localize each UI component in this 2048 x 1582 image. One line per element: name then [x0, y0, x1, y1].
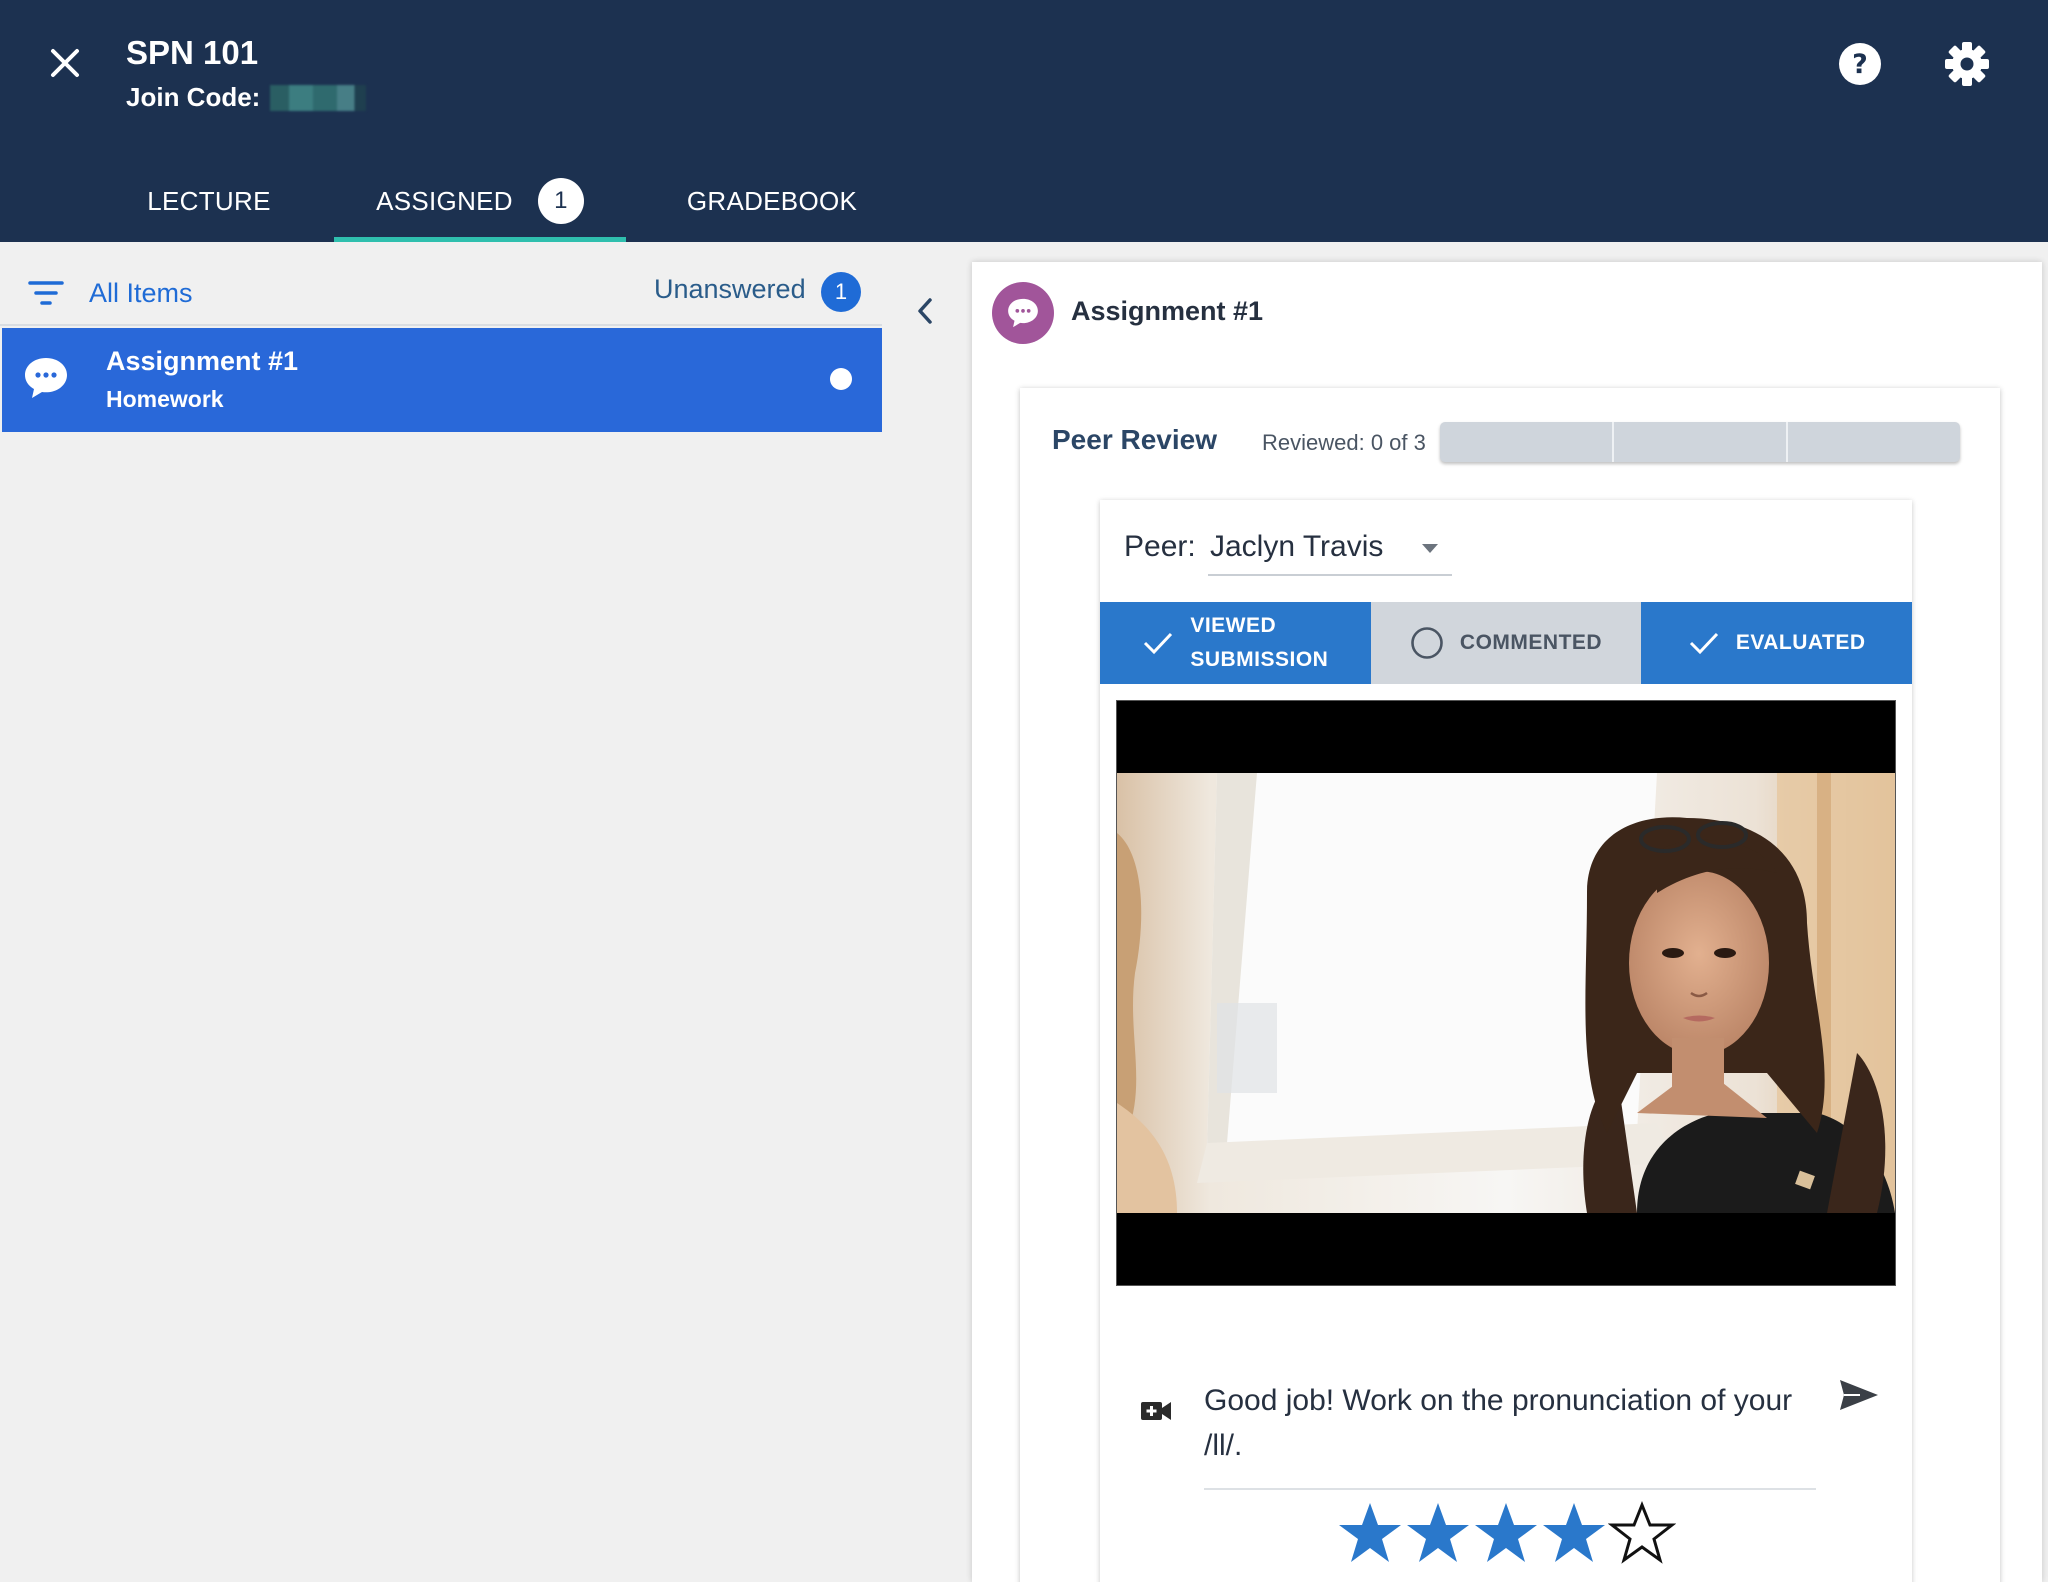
unread-dot: [830, 368, 852, 390]
comment-text[interactable]: Good job! Work on the pronunciation of y…: [1204, 1378, 1824, 1468]
tab-label: GRADEBOOK: [686, 185, 858, 216]
join-code-label: Join Code:: [126, 82, 261, 112]
step-label: COMMENTED: [1459, 631, 1603, 654]
peer-review-title: Peer Review: [1052, 424, 1217, 455]
star-rating[interactable]: [1336, 1500, 1676, 1566]
peer-select[interactable]: Jaclyn Travis: [1208, 522, 1452, 576]
peer-label: Peer:: [1124, 530, 1196, 563]
tab-assigned[interactable]: ASSIGNED 1: [334, 160, 626, 242]
star-filled-icon[interactable]: [1336, 1500, 1404, 1566]
tab-label: ASSIGNED: [376, 185, 513, 216]
course-title: SPN 101: [126, 34, 259, 71]
video-player[interactable]: [1116, 700, 1896, 1286]
progress-segment: [1614, 422, 1788, 462]
chat-bubble-icon: [1008, 298, 1038, 328]
close-icon[interactable]: [44, 42, 86, 84]
add-video-icon[interactable]: [1140, 1398, 1172, 1424]
tab-gradebook[interactable]: GRADEBOOK: [680, 160, 864, 242]
progress-segment: [1440, 422, 1614, 462]
gear-icon[interactable]: [1943, 40, 1991, 88]
star-filled-icon[interactable]: [1404, 1500, 1472, 1566]
filter-all-items[interactable]: All Items: [89, 278, 193, 309]
tab-bar: LECTURE ASSIGNED 1 GRADEBOOK: [0, 160, 2048, 242]
unanswered-label: Unanswered: [654, 274, 806, 304]
list-item[interactable]: Assignment #1 Homework: [2, 328, 882, 432]
video-frame: [1117, 773, 1895, 1213]
star-outline-icon[interactable]: [1608, 1500, 1676, 1566]
step-label: EVALUATED: [1735, 631, 1866, 654]
reviewed-progress-text: Reviewed: 0 of 3: [1262, 430, 1426, 455]
caret-down-icon: [1422, 544, 1438, 553]
join-code-value-redacted: [270, 84, 367, 111]
step-viewed-submission[interactable]: VIEWED SUBMISSION: [1100, 602, 1371, 684]
list-item-title: Assignment #1: [106, 346, 299, 376]
assignment-title: Assignment #1: [1071, 296, 1264, 326]
chat-bubble-icon: [25, 358, 67, 398]
tab-label: LECTURE: [147, 185, 271, 216]
top-app-bar: SPN 101 Join Code: ? LECTURE ASSIGNED 1: [0, 0, 2048, 242]
review-steps: VIEWED SUBMISSION COMMENTED EVALUATED: [1100, 602, 1913, 684]
unanswered-count-badge: 1: [821, 272, 861, 312]
check-icon: [1689, 632, 1718, 655]
join-code: Join Code:: [126, 82, 367, 113]
star-filled-icon[interactable]: [1472, 1500, 1540, 1566]
reviewed-progress-bar: [1440, 422, 1960, 462]
peer-selected-name: Jaclyn Travis: [1210, 530, 1384, 563]
send-icon[interactable]: [1838, 1378, 1880, 1412]
step-label: VIEWED: [1190, 614, 1277, 637]
peer-submission-card: Peer: Jaclyn Travis VIEWED SUBMISSION CO…: [1100, 500, 1913, 1582]
help-icon[interactable]: ?: [1838, 42, 1882, 86]
comment-divider: [1204, 1488, 1816, 1490]
step-label: SUBMISSION: [1190, 648, 1329, 671]
assignment-detail-panel: Assignment #1 Peer Review Reviewed: 0 of…: [972, 262, 2042, 1582]
step-evaluated[interactable]: EVALUATED: [1641, 602, 1913, 684]
tab-lecture[interactable]: LECTURE: [132, 160, 286, 242]
check-icon: [1144, 632, 1173, 655]
peer-review-card: Peer Review Reviewed: 0 of 3 Peer: Jacly…: [1020, 388, 2000, 1582]
tab-count-badge: 1: [537, 178, 584, 224]
svg-text:?: ?: [1852, 49, 1868, 80]
star-filled-icon[interactable]: [1540, 1500, 1608, 1566]
progress-segment: [1788, 422, 1960, 462]
circle-outline-icon: [1411, 627, 1443, 659]
assignment-avatar: [992, 282, 1054, 344]
list-filter-bar: All Items Unanswered 1: [0, 262, 882, 326]
chevron-left-icon[interactable]: [908, 290, 942, 332]
step-commented[interactable]: COMMENTED: [1370, 602, 1642, 684]
list-item-subtitle: Homework: [106, 386, 224, 412]
filter-icon[interactable]: [28, 278, 64, 308]
